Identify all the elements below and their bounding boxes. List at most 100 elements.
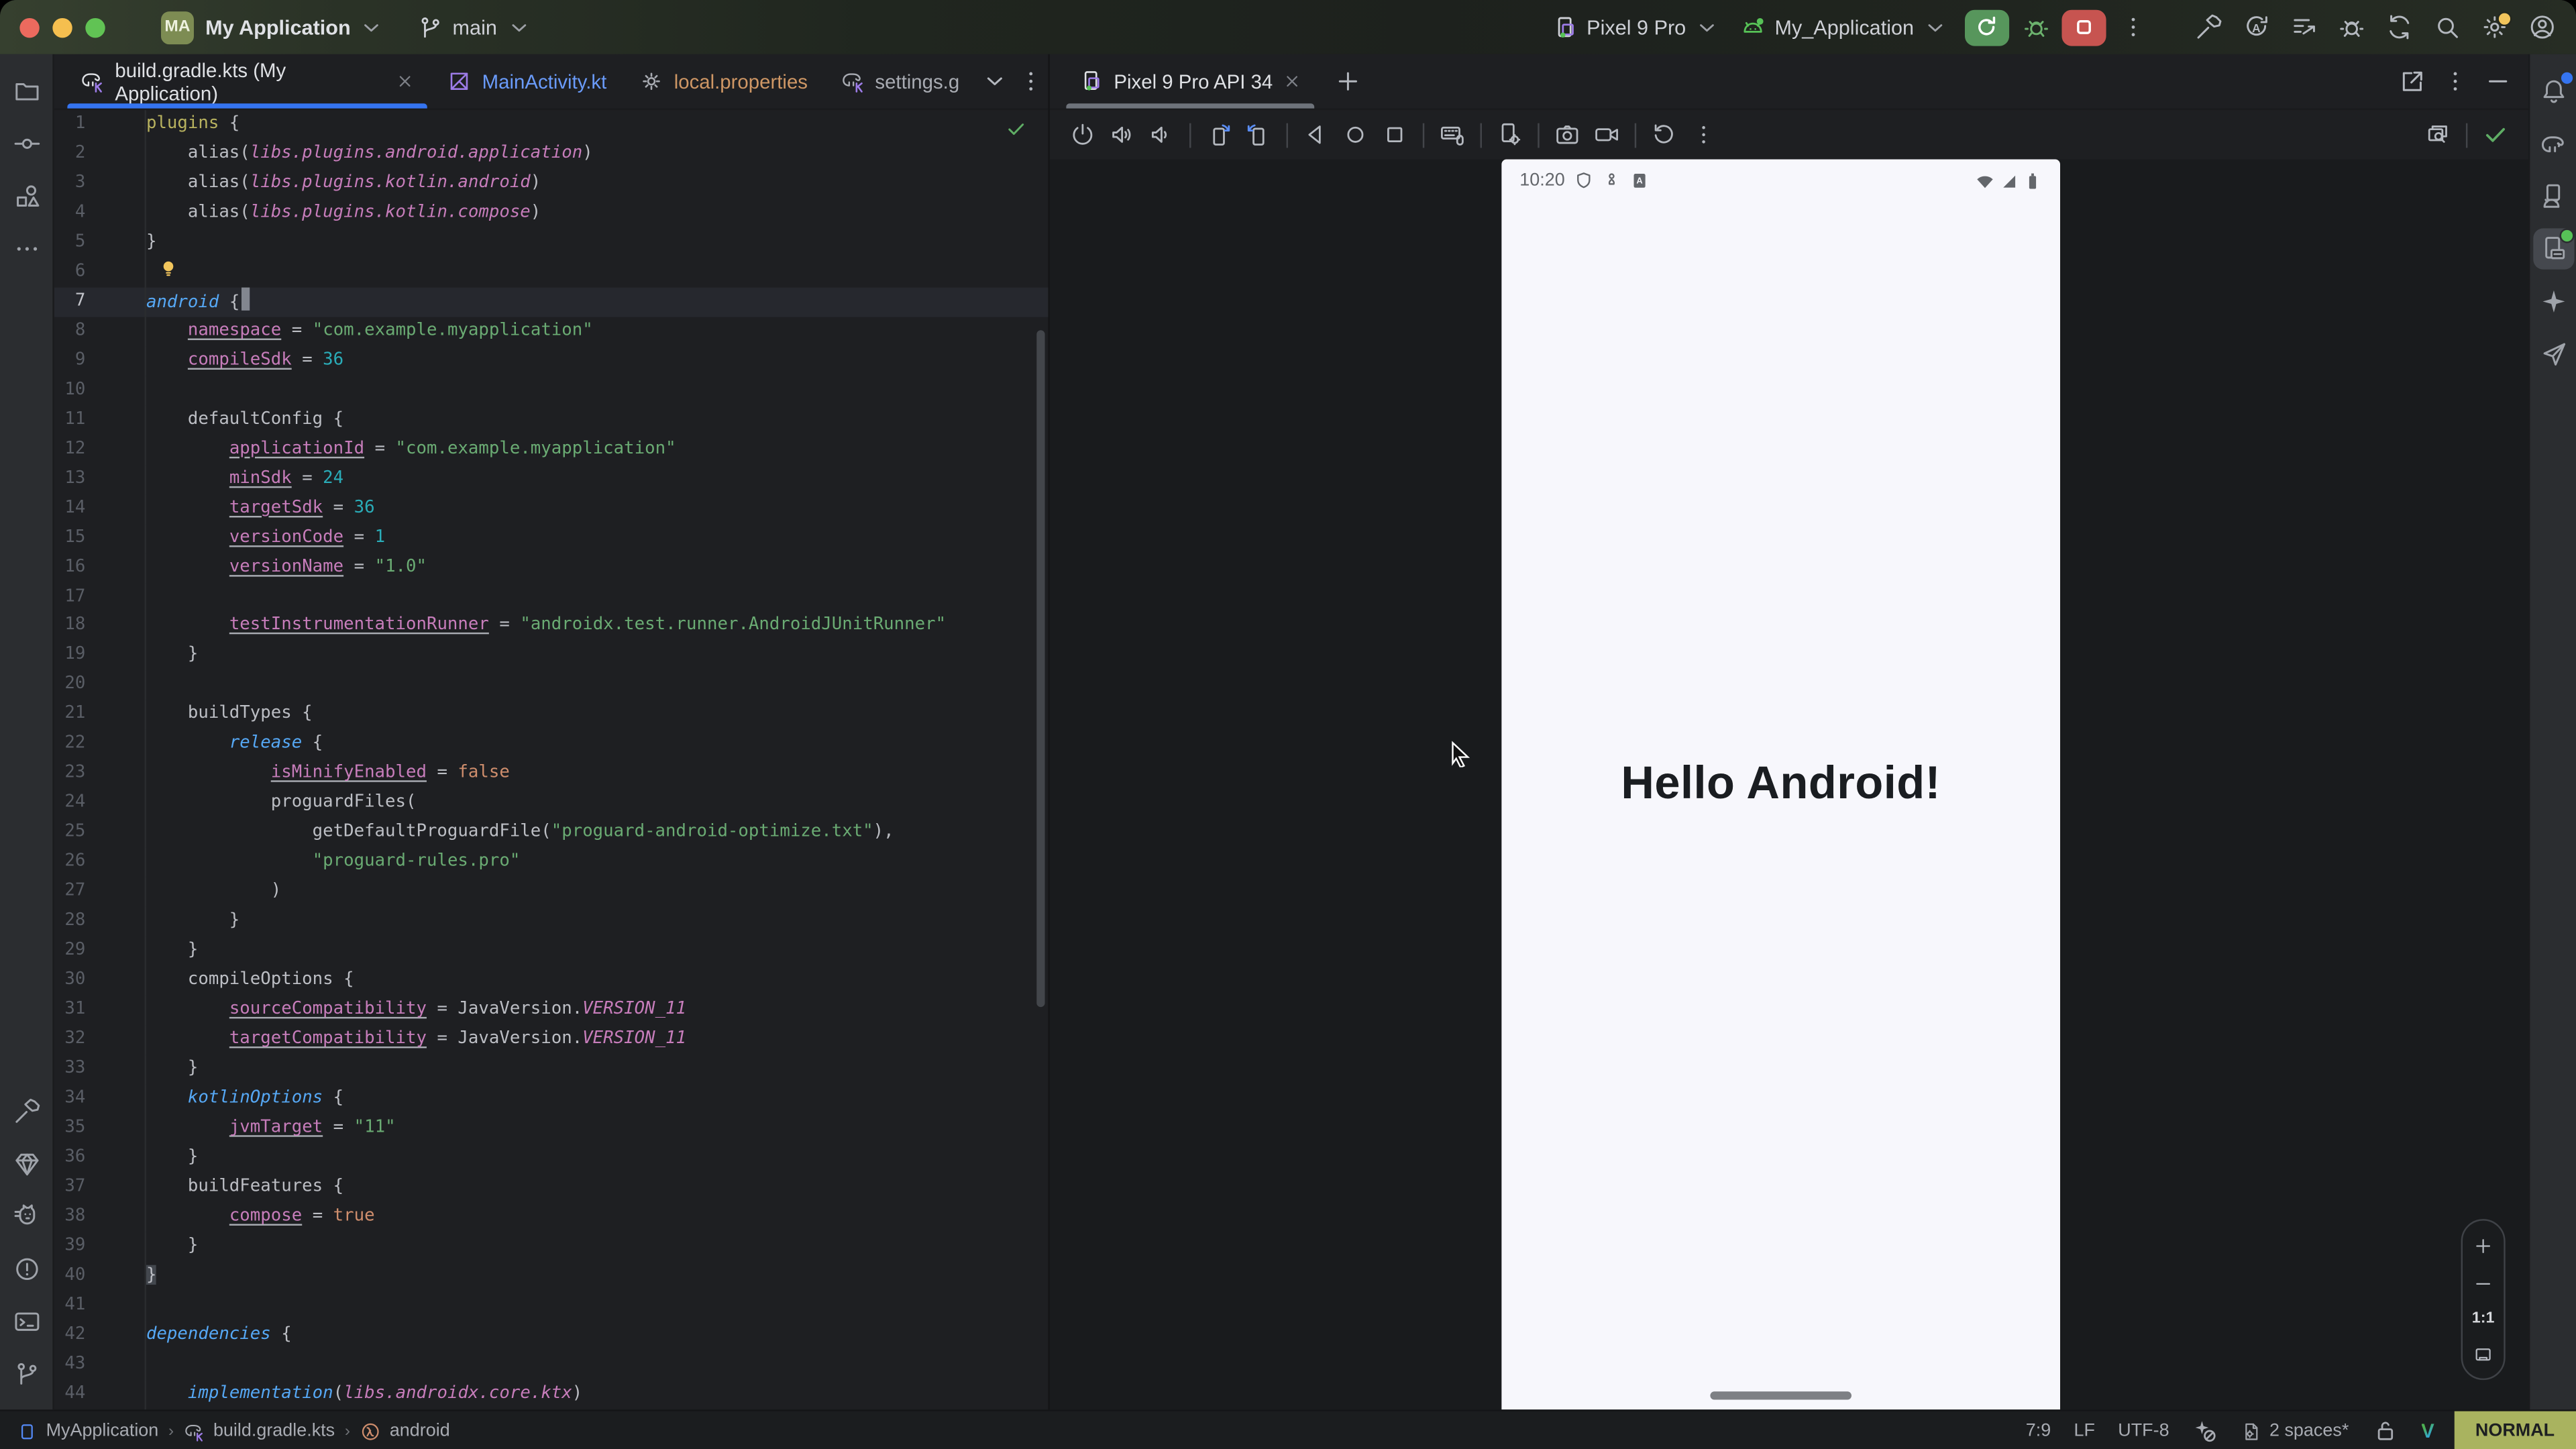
hide-panel-icon[interactable] bbox=[2476, 62, 2519, 101]
line-number[interactable]: 19 bbox=[54, 641, 146, 671]
line-number[interactable]: 11 bbox=[54, 405, 146, 435]
build-button[interactable] bbox=[2187, 7, 2230, 47]
zoom-fit-button[interactable] bbox=[2469, 1342, 2498, 1365]
commit-button[interactable] bbox=[6, 122, 47, 163]
device-tab[interactable]: Pixel 9 Pro API 34 bbox=[1063, 54, 1317, 109]
code-line[interactable]: 38 compose = true bbox=[54, 1202, 1049, 1232]
screenshot-button[interactable] bbox=[1548, 115, 1587, 154]
code-line[interactable]: 23 isMinifyEnabled = false bbox=[54, 759, 1049, 789]
line-number[interactable]: 20 bbox=[54, 671, 146, 700]
line-number[interactable]: 2 bbox=[54, 140, 146, 169]
line-number[interactable]: 8 bbox=[54, 317, 146, 346]
line-number[interactable]: 14 bbox=[54, 494, 146, 523]
problems-button[interactable] bbox=[6, 1248, 47, 1289]
code-line[interactable]: 14 targetSdk = 36 bbox=[54, 494, 1049, 523]
zoom-in-button[interactable] bbox=[2469, 1234, 2498, 1256]
home-button[interactable] bbox=[1336, 115, 1375, 154]
line-number[interactable]: 37 bbox=[54, 1173, 146, 1202]
line-number[interactable]: 10 bbox=[54, 376, 146, 405]
code-line[interactable]: 7android { bbox=[54, 287, 1049, 317]
code-line[interactable]: 43 bbox=[54, 1350, 1049, 1379]
device-manager-button[interactable] bbox=[2532, 175, 2573, 216]
logcat-button[interactable] bbox=[6, 1195, 47, 1236]
line-number[interactable]: 18 bbox=[54, 612, 146, 641]
more-run-options-button[interactable] bbox=[2111, 7, 2154, 47]
code-line[interactable]: 13 minSdk = 24 bbox=[54, 464, 1049, 494]
line-number[interactable]: 17 bbox=[54, 582, 146, 612]
line-number[interactable]: 38 bbox=[54, 1202, 146, 1232]
line-number[interactable]: 25 bbox=[54, 818, 146, 848]
window-zoom-button[interactable] bbox=[85, 17, 105, 37]
code-line[interactable]: 19 } bbox=[54, 641, 1049, 671]
code-line[interactable]: 21 buildTypes { bbox=[54, 700, 1049, 730]
rotate-right-button[interactable] bbox=[1239, 115, 1279, 154]
project-button[interactable] bbox=[6, 70, 47, 111]
line-number[interactable]: 36 bbox=[54, 1143, 146, 1173]
encoding-widget[interactable]: UTF-8 bbox=[2118, 1421, 2169, 1440]
device-settings-button[interactable] bbox=[1490, 115, 1529, 154]
line-number[interactable]: 24 bbox=[54, 789, 146, 818]
window-close-button[interactable] bbox=[19, 17, 39, 37]
code-line[interactable]: 40} bbox=[54, 1261, 1049, 1291]
code-line[interactable]: 6 bbox=[54, 258, 1049, 287]
more-device-options-button[interactable] bbox=[1684, 115, 1723, 154]
line-number[interactable]: 31 bbox=[54, 996, 146, 1025]
code-line[interactable]: 30 compileOptions { bbox=[54, 966, 1049, 996]
code-line[interactable]: 35 jvmTarget = "11" bbox=[54, 1114, 1049, 1143]
tab-mainactivity.kt[interactable]: MainActivity.kt bbox=[431, 54, 623, 109]
line-number[interactable]: 33 bbox=[54, 1055, 146, 1084]
line-number[interactable]: 21 bbox=[54, 700, 146, 730]
line-number[interactable]: 39 bbox=[54, 1232, 146, 1261]
caret-position-widget[interactable]: 7:9 bbox=[2026, 1421, 2051, 1440]
app-quality-insights-button[interactable] bbox=[6, 1142, 47, 1183]
running-devices-button[interactable] bbox=[2532, 227, 2573, 268]
profiler-button[interactable] bbox=[2282, 7, 2325, 47]
firebase-assistant-button[interactable] bbox=[2532, 333, 2573, 374]
gradle-button[interactable] bbox=[2532, 122, 2573, 163]
line-number[interactable]: 32 bbox=[54, 1025, 146, 1055]
editor-scrollbar[interactable] bbox=[1036, 330, 1044, 1007]
line-number[interactable]: 29 bbox=[54, 936, 146, 966]
code-line[interactable]: 27 ) bbox=[54, 877, 1049, 907]
code-line[interactable]: 1plugins { bbox=[54, 110, 1049, 140]
code-line[interactable]: 5} bbox=[54, 228, 1049, 258]
search-everywhere-button[interactable] bbox=[2425, 7, 2468, 47]
volume-down-button[interactable] bbox=[1142, 115, 1181, 154]
code-line[interactable]: 41 bbox=[54, 1291, 1049, 1320]
code-line[interactable]: 26 "proguard-rules.pro" bbox=[54, 848, 1049, 877]
code-line[interactable]: 24 proguardFiles( bbox=[54, 789, 1049, 818]
code-line[interactable]: 33 } bbox=[54, 1055, 1049, 1084]
close-icon[interactable] bbox=[1283, 72, 1301, 91]
line-number[interactable]: 43 bbox=[54, 1350, 146, 1379]
notifications-button[interactable] bbox=[2532, 70, 2573, 111]
code-editor[interactable]: 1plugins {2 alias(libs.plugins.android.a… bbox=[54, 110, 1049, 1409]
screen-record-button[interactable] bbox=[1587, 115, 1627, 154]
code-line[interactable]: 12 applicationId = "com.example.myapplic… bbox=[54, 435, 1049, 464]
code-line[interactable]: 8 namespace = "com.example.myapplication… bbox=[54, 317, 1049, 346]
more-tabs-dropdown[interactable] bbox=[976, 62, 1012, 101]
line-number[interactable]: 30 bbox=[54, 966, 146, 996]
panel-options-icon[interactable] bbox=[2433, 62, 2476, 101]
volume-up-button[interactable] bbox=[1102, 115, 1142, 154]
overview-button[interactable] bbox=[1375, 115, 1415, 154]
line-number[interactable]: 7 bbox=[54, 287, 146, 317]
intention-bulb-icon[interactable] bbox=[158, 258, 179, 279]
indent-widget[interactable]: 2 spaces* bbox=[2241, 1420, 2349, 1442]
line-number[interactable]: 9 bbox=[54, 346, 146, 376]
code-line[interactable]: 39 } bbox=[54, 1232, 1049, 1261]
code-line[interactable]: 42dependencies { bbox=[54, 1320, 1049, 1350]
sync-gradle-button[interactable] bbox=[2377, 7, 2420, 47]
code-line[interactable]: 2 alias(libs.plugins.android.application… bbox=[54, 140, 1049, 169]
run-configuration-selector[interactable]: My_Application bbox=[1740, 14, 1948, 40]
project-widget[interactable]: My Application bbox=[205, 14, 385, 40]
emulator-screen[interactable]: 10:20 A Hello Android! bbox=[1501, 160, 2060, 1410]
code-line[interactable]: 16 versionName = "1.0" bbox=[54, 553, 1049, 582]
gemini-button[interactable] bbox=[2532, 280, 2573, 321]
ai-assistant-off-icon[interactable] bbox=[2192, 1417, 2218, 1444]
code-line[interactable]: 4 alias(libs.plugins.kotlin.compose) bbox=[54, 199, 1049, 228]
line-number[interactable]: 4 bbox=[54, 199, 146, 228]
code-line[interactable]: 3 alias(libs.plugins.kotlin.android) bbox=[54, 169, 1049, 199]
stop-button[interactable] bbox=[2061, 9, 2106, 45]
lock-open-icon[interactable] bbox=[2372, 1417, 2398, 1444]
code-line[interactable]: 28 } bbox=[54, 907, 1049, 936]
